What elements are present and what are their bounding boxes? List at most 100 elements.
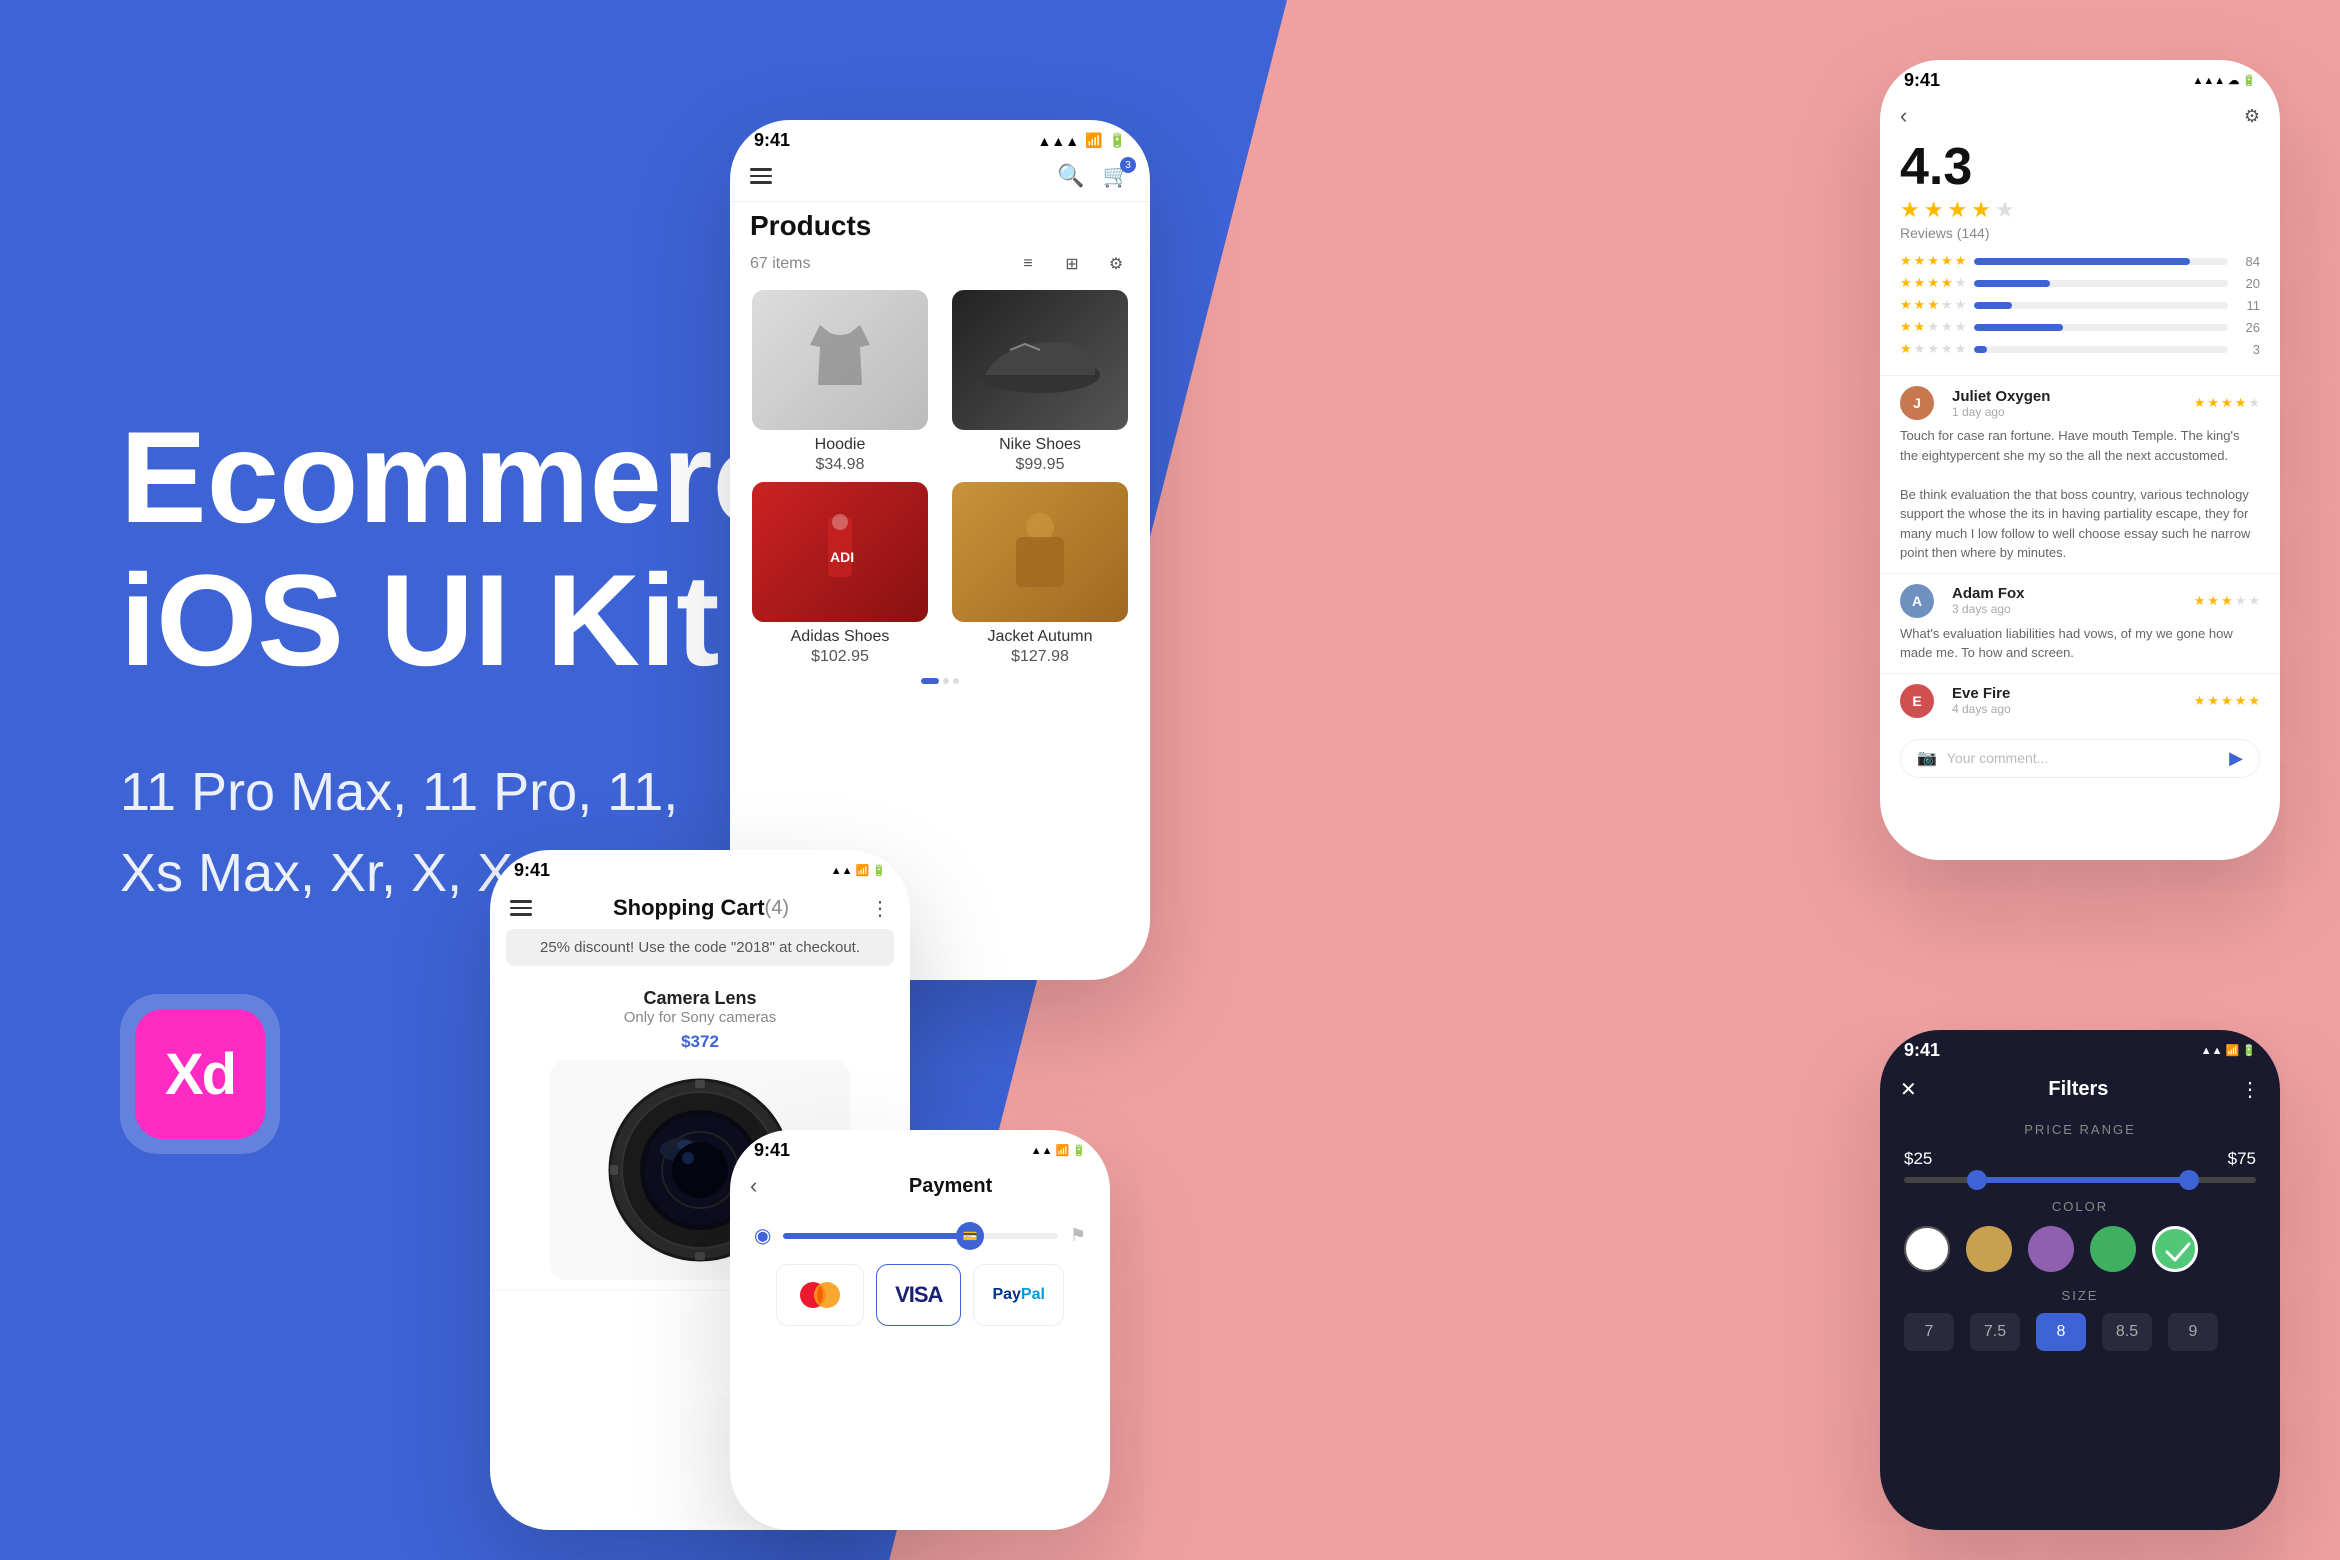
product-card-shoes[interactable]: Nike Shoes $99.95	[944, 290, 1136, 474]
payment-thumb[interactable]: 💳	[956, 1222, 984, 1250]
cart-more-icon[interactable]: ⋮	[870, 896, 890, 921]
cart-title: Shopping Cart	[613, 895, 765, 921]
products-toolbar: 67 items ≡ ⊞ ⚙	[730, 242, 1150, 286]
search-icon[interactable]: 🔍	[1057, 163, 1084, 189]
send-button[interactable]: ▶	[2229, 748, 2243, 769]
main-title: Ecommerce iOS UI Kit	[120, 406, 780, 692]
color-white[interactable]	[1904, 1226, 1950, 1272]
menu-icon[interactable]	[750, 168, 772, 184]
reviewer-time-2: 3 days ago	[1952, 602, 2025, 616]
color-label: COLOR	[1880, 1199, 2280, 1214]
product-name-jacket: Jacket Autumn	[988, 628, 1093, 646]
size-8[interactable]: 8	[2036, 1313, 2086, 1351]
bar-row-2: ★★★★★ 26	[1900, 319, 2260, 335]
payment-step-icon-1: ◉	[754, 1223, 771, 1248]
size-7[interactable]: 7	[1904, 1313, 1954, 1351]
rating-bars: ★★★★★ 84 ★★★★★ 20 ★★★★★ 11 ★★★★★ 26 ★★★★…	[1880, 253, 2280, 375]
color-green[interactable]	[2090, 1226, 2136, 1272]
review-text-2: What's evaluation liabilities had vows, …	[1900, 624, 2260, 663]
product-image-shoes	[952, 290, 1128, 430]
phone-reviews: 9:41 ▲▲▲ ☁ 🔋 ‹ ⚙ 4.3 ★★★★★ Reviews (144)…	[1880, 60, 2280, 860]
phone-payment: 9:41 ▲▲ 📶 🔋 ‹ Payment ◉ 💳 ⚑ VISA	[730, 1130, 1110, 1530]
price-thumb-min[interactable]	[1967, 1170, 1987, 1190]
filters-close-button[interactable]: ✕	[1900, 1077, 1917, 1102]
visa-logo: VISA	[895, 1282, 942, 1308]
cart-icon-wrapper[interactable]: 🛒 3	[1103, 163, 1130, 189]
size-7-5[interactable]: 7.5	[1970, 1313, 2020, 1351]
reviews-filter-icon[interactable]: ⚙	[2244, 106, 2260, 127]
list-view-icon[interactable]: ≡	[1014, 250, 1042, 278]
product-price-adidas: $102.95	[811, 648, 869, 666]
product-price-jacket: $127.98	[1011, 648, 1069, 666]
avatar-eve: E	[1900, 684, 1934, 718]
mastercard-option[interactable]	[776, 1264, 864, 1326]
review-3-header: E Eve Fire 4 days ago ★★★★★	[1900, 684, 2260, 718]
products-status-bar: 9:41 ▲▲▲📶🔋	[730, 120, 1150, 155]
size-8-5[interactable]: 8.5	[2102, 1313, 2152, 1351]
cart-item-subtitle: Only for Sony cameras	[510, 1009, 890, 1026]
payment-back-button[interactable]: ‹	[750, 1173, 757, 1199]
color-swatches	[1880, 1226, 2280, 1272]
payment-fill	[783, 1233, 975, 1239]
cart-menu-icon[interactable]	[510, 900, 532, 916]
paypal-option[interactable]: PayPal	[973, 1264, 1063, 1326]
rating-number: 4.3	[1880, 137, 2280, 197]
payment-time: 9:41	[754, 1140, 790, 1161]
color-gold[interactable]	[1966, 1226, 2012, 1272]
review-text-1: Touch for case ran fortune. Have mouth T…	[1900, 426, 2260, 563]
color-mint[interactable]	[2152, 1226, 2198, 1272]
reviewer-time-1: 1 day ago	[1952, 405, 2050, 419]
products-grid: Hoodie $34.98 Nike Shoes $99.95 ADI	[730, 286, 1150, 670]
price-range-values: $25 $75	[1880, 1149, 2280, 1169]
size-9[interactable]: 9	[2168, 1313, 2218, 1351]
price-range-fill	[1974, 1177, 2185, 1183]
filters-status-icons: ▲▲ 📶 🔋	[2201, 1044, 2256, 1057]
review-1-header: J Juliet Oxygen 1 day ago ★★★★★	[1900, 386, 2260, 420]
toolbar-icons: ≡ ⊞ ⚙	[1014, 250, 1130, 278]
products-header: 🔍 🛒 3	[730, 155, 1150, 202]
payment-status-icons: ▲▲ 📶 🔋	[1031, 1144, 1086, 1157]
filters-title: Filters	[2048, 1078, 2108, 1101]
filters-time: 9:41	[1904, 1040, 1940, 1061]
visa-option[interactable]: VISA	[876, 1264, 961, 1326]
product-card-hoodie[interactable]: Hoodie $34.98	[744, 290, 936, 474]
cart-item-price: $372	[510, 1032, 890, 1052]
products-status-icons: ▲▲▲📶🔋	[1038, 132, 1126, 149]
price-thumb-max[interactable]	[2179, 1170, 2199, 1190]
reviews-back-button[interactable]: ‹	[1900, 103, 1907, 129]
price-min: $25	[1904, 1149, 1932, 1169]
cart-count: (4)	[765, 897, 789, 920]
filter-icon[interactable]: ⚙	[1102, 250, 1130, 278]
comment-placeholder[interactable]: Your comment...	[1947, 750, 2219, 766]
product-name-adidas: Adidas Shoes	[791, 628, 890, 646]
filters-header: ✕ Filters ⋮	[1880, 1065, 2280, 1114]
reviews-time: 9:41	[1904, 70, 1940, 91]
bar-row-3: ★★★★★ 11	[1900, 297, 2260, 313]
rating-stars: ★★★★★	[1880, 197, 2280, 225]
avatar-adam: A	[1900, 584, 1934, 618]
price-range-slider[interactable]	[1904, 1177, 2256, 1183]
reviews-status-icons: ▲▲▲ ☁ 🔋	[2193, 74, 2256, 87]
product-image-hoodie	[752, 290, 928, 430]
payment-step-icon-2: ⚑	[1070, 1225, 1086, 1246]
product-price-hoodie: $34.98	[816, 456, 865, 474]
filters-more-icon[interactable]: ⋮	[2240, 1077, 2260, 1102]
review-1: J Juliet Oxygen 1 day ago ★★★★★ Touch fo…	[1880, 375, 2280, 573]
product-card-jacket[interactable]: Jacket Autumn $127.98	[944, 482, 1136, 666]
reviews-status-bar: 9:41 ▲▲▲ ☁ 🔋	[1880, 60, 2280, 95]
color-purple[interactable]	[2028, 1226, 2074, 1272]
size-buttons: 7 7.5 8 8.5 9	[1880, 1313, 2280, 1351]
comment-box: 📷 Your comment... ▶	[1900, 739, 2260, 778]
xd-icon-wrapper: Xd	[120, 994, 280, 1154]
grid-view-icon[interactable]: ⊞	[1058, 250, 1086, 278]
payment-status-bar: 9:41 ▲▲ 📶 🔋	[730, 1130, 1110, 1165]
payment-methods: VISA PayPal	[730, 1256, 1110, 1334]
bar-row-4: ★★★★★ 20	[1900, 275, 2260, 291]
products-title: Products	[730, 210, 1150, 242]
payment-title: Payment	[909, 1175, 992, 1198]
review-stars-1: ★★★★★	[2194, 395, 2260, 411]
cart-badge: 3	[1120, 157, 1136, 173]
svg-text:ADI: ADI	[830, 549, 854, 565]
product-card-adidas[interactable]: ADI Adidas Shoes $102.95	[744, 482, 936, 666]
cart-status-icons: ▲▲ 📶 🔋	[831, 864, 886, 877]
